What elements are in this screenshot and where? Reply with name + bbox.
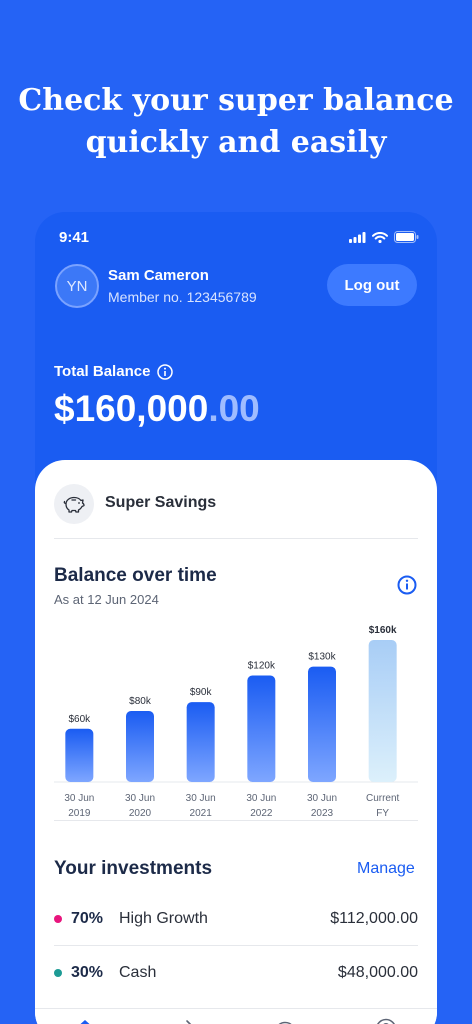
investment-amount: $112,000.00: [330, 910, 418, 927]
x-tick-label: 2022: [250, 808, 273, 819]
logout-button[interactable]: Log out: [327, 264, 417, 306]
avatar[interactable]: YN: [55, 264, 99, 308]
investment-row[interactable]: 30% Cash $48,000.00: [54, 961, 418, 985]
investment-color-dot: [54, 969, 62, 977]
x-tick-label: 30 Jun: [186, 793, 216, 804]
signal-icon: [349, 231, 366, 243]
bar-value-label: $160k: [369, 625, 397, 636]
chart-info-icon[interactable]: [397, 575, 417, 595]
total-balance-label: Total Balance: [54, 363, 174, 380]
investment-percent: 70%: [71, 910, 104, 927]
x-tick-label: Current: [366, 793, 400, 804]
balance-dollars: $160,000: [54, 388, 209, 429]
user-name: Sam Cameron: [108, 267, 209, 284]
x-tick-label: FY: [376, 808, 389, 819]
wifi-icon: [372, 231, 388, 243]
bar-value-label: $130k: [308, 652, 336, 663]
x-tick-label: 30 Jun: [64, 793, 94, 804]
bottom-nav: [35, 1008, 437, 1024]
home-icon[interactable]: [73, 1017, 97, 1024]
divider: [54, 820, 418, 821]
bar-value-label: $120k: [248, 661, 276, 672]
investment-percent: 30%: [71, 964, 104, 981]
divider: [54, 538, 418, 539]
headline: Check your super balance quickly and eas…: [0, 80, 472, 164]
investment-amount: $48,000.00: [337, 964, 418, 981]
battery-icon: [394, 231, 419, 243]
bar[interactable]: [308, 666, 336, 782]
x-tick-label: 2021: [190, 808, 213, 819]
balance-bar-chart: $60k 30 Jun 2019 $80k 30 Jun 2020 $90k 30 Jun 20…: [54, 625, 418, 819]
balance-chart-subtitle: As at 12 Jun 2024: [54, 592, 159, 607]
account-card: Super Savings Balance over time As at 12…: [35, 460, 437, 1024]
piggy-bank-icon: [63, 496, 85, 513]
bar[interactable]: [186, 702, 215, 782]
x-tick-label: 30 Jun: [246, 793, 276, 804]
investment-name: High Growth: [119, 910, 208, 927]
total-balance-amount: $160,000.00: [54, 388, 260, 430]
total-balance-text: Total Balance: [54, 363, 151, 380]
x-tick-label: 2020: [129, 808, 152, 819]
bar[interactable]: [368, 640, 397, 782]
x-tick-label: 30 Jun: [125, 793, 155, 804]
account-icon: [54, 484, 94, 524]
headline-line-1: Check your super balance: [18, 83, 454, 118]
investment-row[interactable]: 70% High Growth $112,000.00: [54, 907, 418, 931]
divider: [54, 945, 418, 946]
balance-chart-title: Balance over time: [54, 565, 217, 586]
investment-color-dot: [54, 915, 62, 923]
help-icon[interactable]: [374, 1017, 398, 1024]
status-time: 9:41: [59, 229, 90, 246]
info-icon[interactable]: [157, 363, 174, 380]
bar[interactable]: [126, 711, 154, 782]
investments-title: Your investments: [54, 858, 213, 879]
bar[interactable]: [65, 728, 94, 782]
bar[interactable]: [247, 675, 276, 783]
headline-line-2: quickly and easily: [85, 125, 387, 160]
investment-name: Cash: [119, 964, 157, 981]
account-name[interactable]: Super Savings: [105, 494, 216, 512]
status-icons: [349, 231, 419, 243]
bar-value-label: $90k: [190, 687, 213, 698]
balance-cents: .00: [208, 388, 260, 429]
phone-screen: 9:41 YN Sam Cameron Member no. 123456789…: [35, 212, 437, 1024]
x-tick-label: 30 Jun: [307, 793, 337, 804]
manage-link[interactable]: Manage: [357, 860, 415, 878]
piggy-bank-icon[interactable]: [273, 1017, 297, 1024]
bar-value-label: $60k: [68, 714, 91, 725]
x-tick-label: 2023: [311, 808, 334, 819]
bar-value-label: $80k: [129, 696, 152, 707]
x-tick-label: 2019: [68, 808, 91, 819]
member-number: Member no. 123456789: [108, 289, 257, 305]
transfer-icon[interactable]: [172, 1017, 196, 1024]
